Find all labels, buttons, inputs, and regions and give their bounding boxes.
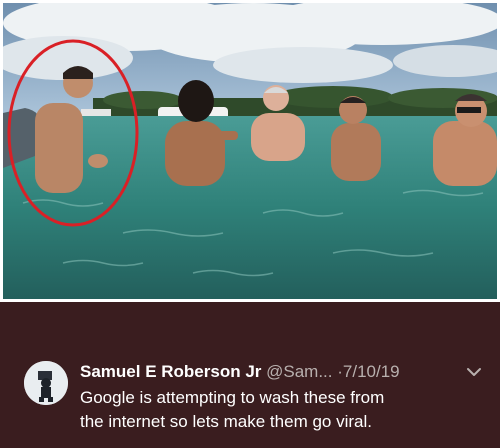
- tweet-text-line-2: the internet so lets make them go viral.: [80, 412, 372, 431]
- beach-photo: [3, 3, 497, 299]
- avatar[interactable]: [24, 361, 68, 405]
- avatar-silhouette-icon: [24, 361, 68, 405]
- chevron-down-icon: [467, 368, 481, 376]
- tweet-header: Samuel E Roberson Jr @Sam... ·7/10/19: [80, 358, 490, 386]
- tweet-date[interactable]: 7/10/19: [343, 362, 400, 381]
- tweet-photo-frame: [0, 0, 500, 302]
- display-name[interactable]: Samuel E Roberson Jr: [80, 362, 261, 381]
- tweet-text-line-1: Google is attempting to wash these from: [80, 388, 385, 407]
- tweet-text: Google is attempting to wash these from …: [80, 386, 480, 434]
- user-handle[interactable]: @Sam...: [266, 362, 332, 381]
- tweet-menu-button[interactable]: [466, 364, 482, 380]
- tweet-photo[interactable]: [3, 3, 497, 299]
